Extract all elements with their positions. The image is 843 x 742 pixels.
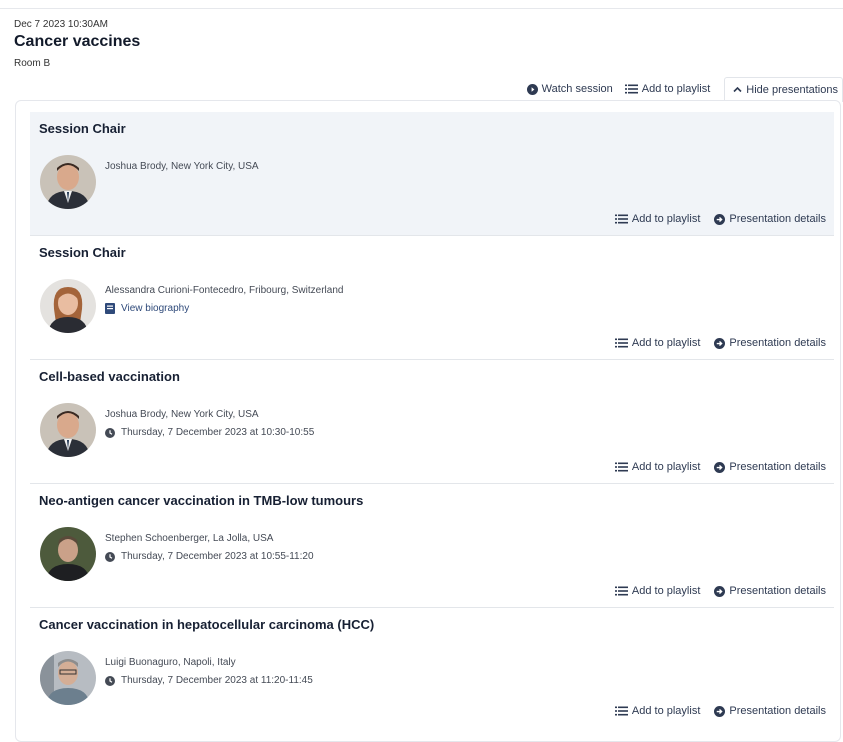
clock-icon (105, 551, 115, 562)
speaker-name: Joshua Brody, New York City, USA (105, 409, 259, 420)
presentation-details-button[interactable]: Presentation details (714, 585, 826, 597)
presentation-details-button[interactable]: Presentation details (714, 461, 826, 473)
session-date: Dec 7 2023 10:30AM (14, 19, 108, 30)
presentation-time-text: Thursday, 7 December 2023 at 10:30-10:55 (121, 427, 315, 438)
list-icon (614, 706, 628, 716)
speaker-name: Joshua Brody, New York City, USA (105, 161, 259, 172)
list-icon (614, 214, 628, 224)
arrow-circle-right-icon (714, 461, 726, 473)
presentation-details-label: Presentation details (729, 213, 826, 225)
list-icon (614, 338, 628, 348)
speaker-name: Stephen Schoenberger, La Jolla, USA (105, 533, 274, 544)
presentation-card: Neo-antigen cancer vaccination in TMB-lo… (30, 484, 834, 608)
session-room: Room B (14, 58, 51, 69)
presentation-time-text: Thursday, 7 December 2023 at 11:20-11:45 (121, 675, 313, 686)
speaker-avatar (40, 155, 96, 209)
hide-presentations-button[interactable]: Hide presentations (724, 76, 843, 102)
add-to-playlist-button[interactable]: Add to playlist (614, 461, 701, 473)
add-to-playlist-label: Add to playlist (631, 461, 701, 473)
presentation-title: Session Chair (39, 245, 126, 260)
speaker-avatar (40, 527, 96, 581)
presentation-details-button[interactable]: Presentation details (714, 213, 826, 225)
presentation-actions: Add to playlist Presentation details (601, 213, 826, 225)
arrow-circle-right-icon (714, 337, 726, 349)
add-to-playlist-label: Add to playlist (631, 337, 701, 349)
presentation-actions: Add to playlist Presentation details (601, 461, 826, 473)
add-to-playlist-label: Add to playlist (631, 213, 701, 225)
clock-icon (105, 675, 115, 686)
list-icon (614, 462, 628, 472)
speaker-name: Luigi Buonaguro, Napoli, Italy (105, 657, 236, 668)
list-icon (614, 586, 628, 596)
presentation-title: Session Chair (39, 121, 126, 136)
clock-icon (105, 427, 115, 438)
presentation-time: Thursday, 7 December 2023 at 11:20-11:45 (105, 675, 313, 686)
presentation-details-button[interactable]: Presentation details (714, 705, 826, 717)
presentation-time: Thursday, 7 December 2023 at 10:30-10:55 (105, 427, 314, 438)
presentation-card: Session Chair Joshua Brody, New York Cit… (30, 112, 834, 236)
play-circle-icon (526, 83, 538, 95)
speaker-name: Alessandra Curioni-Fontecedro, Fribourg,… (105, 285, 344, 296)
arrow-circle-right-icon (714, 213, 726, 225)
speaker-avatar (40, 279, 96, 333)
presentation-title: Cancer vaccination in hepatocellular car… (39, 617, 375, 632)
session-toolbar: Watch session Add to playlist Hide prese… (515, 76, 843, 102)
presentation-actions: Add to playlist Presentation details (601, 337, 826, 349)
speaker-avatar (40, 403, 96, 457)
presentation-card: Session Chair Alessandra Curioni-Fontece… (30, 236, 834, 360)
presentation-card: Cell-based vaccination Joshua Brody, New… (30, 360, 834, 484)
add-to-playlist-button[interactable]: Add to playlist (614, 337, 701, 349)
presentation-details-label: Presentation details (729, 337, 826, 349)
presentation-title: Cell-based vaccination (39, 369, 180, 384)
book-icon (105, 303, 115, 314)
presentation-card: Cancer vaccination in hepatocellular car… (30, 608, 834, 731)
presentation-time: Thursday, 7 December 2023 at 10:55-11:20 (105, 551, 314, 562)
add-to-playlist-button[interactable]: Add to playlist (614, 585, 701, 597)
chevron-up-icon (733, 86, 742, 93)
top-divider (0, 8, 843, 9)
add-to-playlist-label: Add to playlist (631, 705, 701, 717)
view-biography-label: View biography (121, 303, 190, 314)
arrow-circle-right-icon (714, 705, 726, 717)
presentation-details-label: Presentation details (729, 705, 826, 717)
view-biography-link[interactable]: View biography (105, 303, 189, 314)
presentations-panel: Session Chair Joshua Brody, New York Cit… (15, 100, 841, 742)
session-add-to-playlist-label: Add to playlist (641, 83, 711, 95)
session-add-to-playlist-button[interactable]: Add to playlist (624, 83, 711, 95)
presentation-title: Neo-antigen cancer vaccination in TMB-lo… (39, 493, 364, 508)
add-to-playlist-button[interactable]: Add to playlist (614, 705, 701, 717)
presentation-details-button[interactable]: Presentation details (714, 337, 826, 349)
presentation-details-label: Presentation details (729, 585, 826, 597)
presentation-actions: Add to playlist Presentation details (601, 705, 826, 717)
list-icon (624, 84, 638, 94)
arrow-circle-right-icon (714, 585, 726, 597)
watch-session-button[interactable]: Watch session (526, 83, 613, 95)
add-to-playlist-label: Add to playlist (631, 585, 701, 597)
session-header: Dec 7 2023 10:30AM Cancer vaccines Room … (14, 19, 140, 69)
watch-session-label: Watch session (541, 83, 613, 95)
presentation-details-label: Presentation details (729, 461, 826, 473)
speaker-avatar (40, 651, 96, 705)
presentation-actions: Add to playlist Presentation details (601, 585, 826, 597)
hide-presentations-label: Hide presentations (746, 83, 838, 96)
add-to-playlist-button[interactable]: Add to playlist (614, 213, 701, 225)
session-title: Cancer vaccines (14, 33, 141, 50)
presentation-time-text: Thursday, 7 December 2023 at 10:55-11:20 (121, 551, 314, 562)
